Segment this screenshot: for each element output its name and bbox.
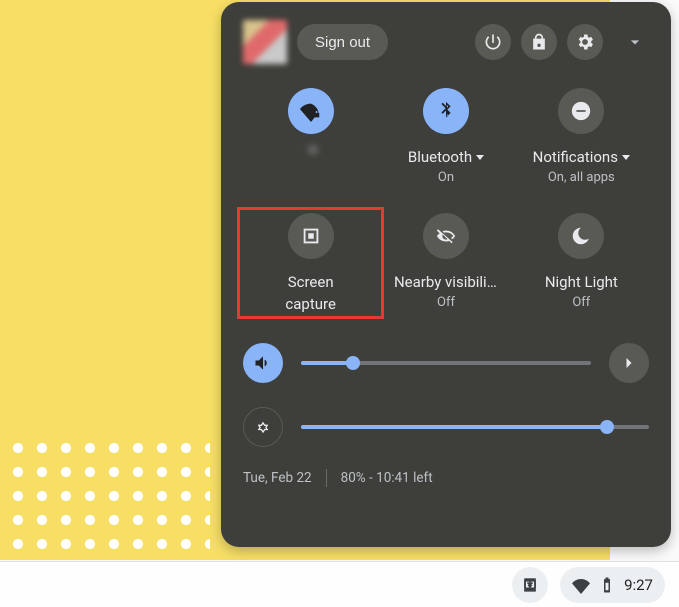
gear-icon [575, 32, 595, 52]
volume-icon [253, 353, 273, 373]
tile-screencap-label2: capture [285, 295, 336, 313]
brightness-slider[interactable] [301, 425, 649, 429]
footer-date: Tue, Feb 22 [243, 470, 312, 486]
tile-night-light[interactable]: Night Light Off [514, 213, 649, 313]
tile-bluetooth-label: Bluetooth [408, 148, 472, 166]
tile-notifications-label: Notifications [533, 148, 618, 166]
dropdown-caret-icon [476, 155, 484, 160]
panel-footer: Tue, Feb 22 80% - 10:41 left [243, 469, 649, 487]
screen-capture-icon [288, 213, 334, 259]
volume-slider[interactable] [301, 361, 591, 365]
footer-battery-status: 80% - 10:41 left [341, 470, 433, 486]
brightness-button[interactable] [243, 407, 283, 447]
tile-nightlight-label: Night Light [545, 273, 618, 291]
brightness-row [243, 407, 649, 447]
quick-tiles-grid: Bluetooth On Notifications On, all apps … [243, 88, 649, 313]
taskbar: 9:27 [0, 561, 679, 607]
status-area[interactable]: 9:27 [560, 567, 665, 603]
tile-screencap-label1: Screen [288, 273, 334, 291]
avatar[interactable] [243, 20, 287, 64]
download-tray-icon [520, 575, 540, 595]
sliders-section [243, 343, 649, 447]
taskbar-clock: 9:27 [624, 576, 653, 594]
tile-nearby-sub: Off [437, 295, 455, 310]
visibility-off-icon [423, 213, 469, 259]
downloads-tray-button[interactable] [512, 567, 548, 603]
footer-divider [326, 469, 327, 487]
dropdown-caret-icon [309, 148, 317, 153]
chevron-down-icon [625, 32, 645, 52]
volume-row [243, 343, 649, 383]
sign-out-button[interactable]: Sign out [297, 24, 388, 60]
tile-screen-capture[interactable]: Screen capture [243, 213, 378, 313]
tile-bluetooth-sub: On [438, 170, 454, 185]
battery-icon [598, 576, 616, 594]
panel-header: Sign out [243, 20, 649, 64]
tile-network[interactable] [243, 88, 378, 185]
quick-settings-panel: Sign out Bluetooth On [221, 2, 671, 547]
tile-notifications[interactable]: Notifications On, all apps [514, 88, 649, 185]
audio-settings-button[interactable] [609, 343, 649, 383]
brightness-icon [253, 417, 273, 437]
do-not-disturb-icon [558, 88, 604, 134]
night-light-icon [558, 213, 604, 259]
tile-nearby-label: Nearby visibility [394, 273, 498, 291]
dropdown-caret-icon [622, 155, 630, 160]
wifi-icon [572, 576, 590, 594]
bluetooth-icon [423, 88, 469, 134]
lock-icon [529, 32, 549, 52]
chevron-right-icon [619, 353, 639, 373]
power-button[interactable] [475, 24, 511, 60]
tile-nearby-visibility[interactable]: Nearby visibility Off [378, 213, 513, 313]
collapse-button[interactable] [621, 28, 649, 56]
power-icon [483, 32, 503, 52]
volume-button[interactable] [243, 343, 283, 383]
tile-nightlight-sub: Off [572, 295, 590, 310]
lock-button[interactable] [521, 24, 557, 60]
wifi-lock-icon [288, 88, 334, 134]
tile-notifications-sub: On, all apps [548, 170, 615, 185]
tile-bluetooth[interactable]: Bluetooth On [378, 88, 513, 185]
settings-button[interactable] [567, 24, 603, 60]
desktop-dots-decoration [0, 430, 210, 556]
